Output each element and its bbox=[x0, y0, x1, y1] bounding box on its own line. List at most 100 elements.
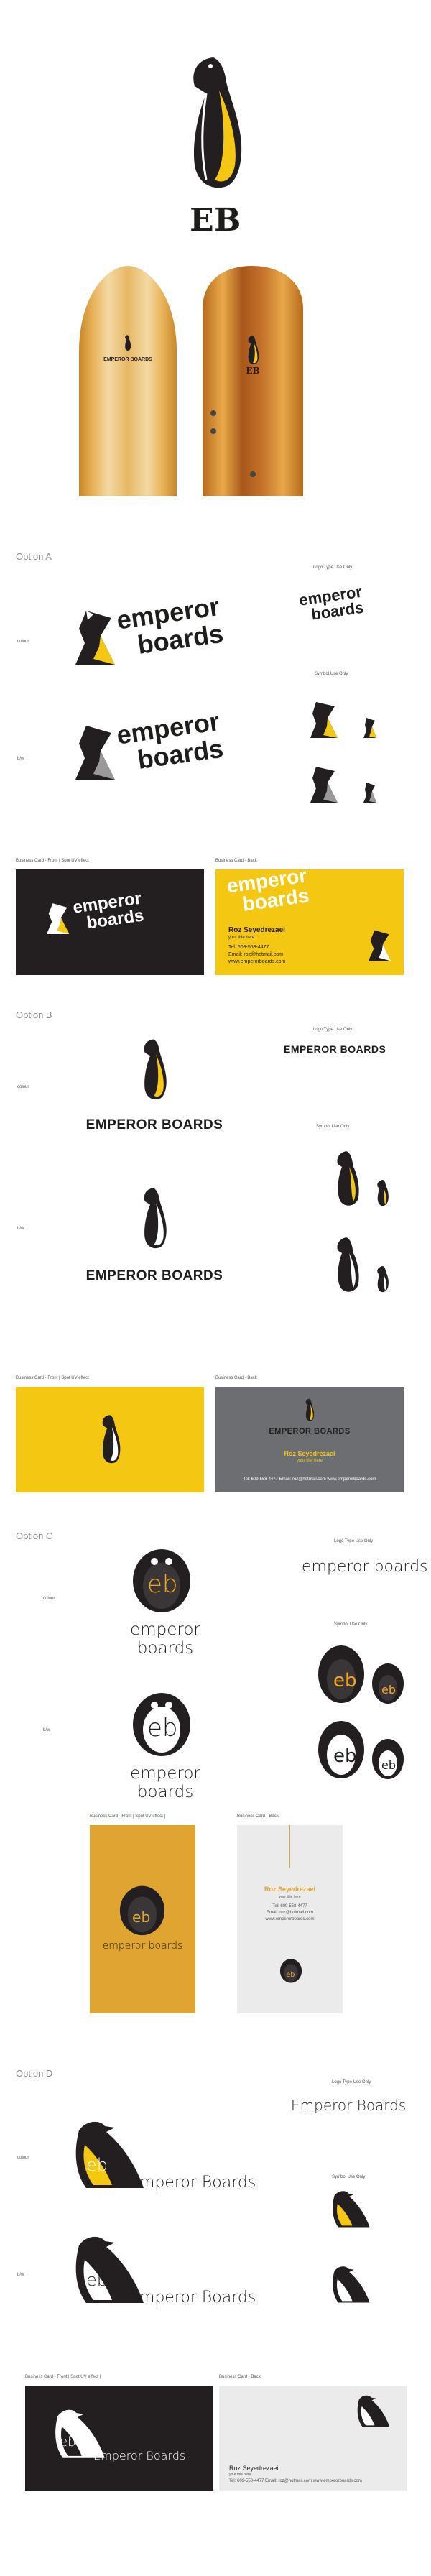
option-d-symbol-bw bbox=[333, 2266, 370, 2303]
wordmark-bw: Emperor Boards bbox=[129, 2289, 256, 2307]
card-front-caption: Business Card - Front | Spot UV effect | bbox=[90, 1814, 166, 1819]
logotype-caption: Logo Type Use Only bbox=[313, 1028, 353, 1032]
option-b-card-front bbox=[16, 1387, 204, 1492]
card-monogram: eb bbox=[60, 2434, 76, 2450]
card-email: Email: roz@hotmail.com bbox=[266, 1911, 314, 1915]
swooping-penguin-icon bbox=[357, 2395, 390, 2427]
card-back-wordmark: EMPEROR BOARDS bbox=[269, 1427, 351, 1436]
option-a-card-front: emperor boards bbox=[16, 869, 204, 975]
option-a-logo-bw: emperor boards bbox=[72, 706, 244, 794]
symbol-caption: Symbol Use Only bbox=[334, 1622, 368, 1627]
board-monogram: EB bbox=[246, 366, 259, 376]
symbol-caption: Symbol Use Only bbox=[316, 1125, 350, 1129]
option-b-logotype: EMPEROR BOARDS bbox=[284, 1043, 386, 1055]
option-d-logotype: Emperor Boards bbox=[291, 2097, 407, 2114]
option-d-logo-bw: eb Emperor Boards bbox=[72, 2231, 259, 2317]
hero-logo: EB bbox=[169, 50, 262, 239]
option-b-wordmark-bw: EMPEROR BOARDS bbox=[85, 1268, 223, 1283]
option-a-card-back: emperor boards Roz Seyedrezaei your titl… bbox=[216, 869, 404, 975]
option-c-card-front: eb emperor boards bbox=[90, 1825, 195, 2013]
option-b-label: Option B bbox=[16, 1010, 52, 1020]
option-a-symbols-colour bbox=[310, 702, 376, 738]
card-wordmark: emperor boards bbox=[102, 1940, 183, 1952]
card-back-caption: Business Card - Back bbox=[237, 1814, 279, 1819]
penguin-bw-icon bbox=[144, 1188, 167, 1249]
abstract-penguin-icon bbox=[75, 611, 115, 665]
wordmark: emperor boards bbox=[130, 1620, 200, 1658]
svg-text:eb: eb bbox=[333, 1670, 357, 1691]
board-wordmark: EMPEROR BOARDS bbox=[103, 357, 152, 362]
row-caption-bw: b/w bbox=[17, 1227, 24, 1231]
card-wordmark: Emperor Boards bbox=[93, 2449, 186, 2462]
card-front-caption: Business Card - Front | Spot UV effect | bbox=[16, 859, 92, 863]
option-c-symbols-colour: eb eb bbox=[318, 1645, 404, 1704]
option-d-label: Option D bbox=[16, 2068, 53, 2079]
option-d-symbol-colour bbox=[333, 2191, 370, 2228]
card-back-caption: Business Card - Back bbox=[219, 2375, 261, 2379]
card-title: your title here bbox=[229, 2473, 251, 2477]
option-d-card-front: eb Emperor Boards bbox=[25, 2386, 213, 2491]
abstract-penguin-bw-icon bbox=[75, 726, 115, 780]
monogram-bw: eb bbox=[86, 2270, 108, 2290]
card-title: your title here bbox=[296, 1459, 323, 1463]
row-caption-bw: b/w bbox=[17, 757, 24, 761]
card-back-caption: Business Card - Back bbox=[216, 859, 257, 863]
logotype-caption: Logo Type Use Only bbox=[313, 565, 353, 570]
option-c-logo-bw: eb emperor boards bbox=[108, 1685, 223, 1801]
svg-text:eb: eb bbox=[132, 1908, 150, 1926]
option-a-logotype: emperor boards bbox=[298, 583, 365, 624]
wordmark-bw: emperor boards bbox=[130, 1764, 200, 1801]
penguin-icon bbox=[102, 1415, 121, 1464]
option-b-wordmark: EMPEROR BOARDS bbox=[85, 1117, 223, 1132]
symbol-caption: Symbol Use Only bbox=[332, 2175, 366, 2179]
row-caption-colour: colour bbox=[17, 1085, 29, 1089]
card-email: Email: roz@hotmail.com bbox=[228, 952, 283, 957]
surfboards-image: EMPEROR BOARDS EB bbox=[36, 266, 381, 496]
option-d-logo-colour: eb Emperor Boards bbox=[72, 2116, 259, 2202]
option-c-card-back: Roz Seyedrezaei your title here Tel: 609… bbox=[237, 1825, 343, 2013]
card-contact: Tel: 609-558-4477 Email: roz@hotmail.com… bbox=[243, 1477, 376, 1482]
option-b-symbols-colour bbox=[337, 1151, 389, 1206]
card-name: Roz Seyedrezaei bbox=[229, 2465, 279, 2472]
card-front-caption: Business Card - Front | Spot UV effect | bbox=[16, 1376, 92, 1380]
card-web: www.emperorboards.com bbox=[228, 959, 286, 964]
wordmark: Emperor Boards bbox=[129, 2174, 256, 2192]
card-name: Roz Seyedrezaei bbox=[264, 1885, 316, 1893]
option-a-label: Option A bbox=[16, 551, 52, 562]
monogram: eb bbox=[147, 1570, 178, 1599]
card-title: your title here bbox=[228, 936, 255, 940]
svg-text:eb: eb bbox=[333, 1745, 357, 1767]
penguin-icon bbox=[305, 1398, 315, 1421]
card-name: Roz Seyedrezaei bbox=[228, 926, 285, 934]
abstract-penguin-icon bbox=[46, 903, 70, 934]
card-name: Roz Seyedrezaei bbox=[284, 1450, 335, 1457]
row-caption-colour: colour bbox=[43, 1597, 55, 1601]
svg-text:eb: eb bbox=[381, 1683, 396, 1696]
row-caption-bw: b/w bbox=[43, 1728, 50, 1732]
option-a-logo-colour: emperor boards bbox=[72, 591, 244, 679]
monogram: eb bbox=[86, 2155, 108, 2175]
logotype-caption: Logo Type Use Only bbox=[334, 1539, 374, 1543]
svg-text:eb: eb bbox=[381, 1758, 396, 1772]
row-caption-colour: colour bbox=[17, 640, 29, 644]
penguin-icon bbox=[193, 57, 242, 188]
card-back-caption: Business Card - Back bbox=[216, 1376, 257, 1380]
option-d-card-back: Roz Seyedrezaei your title here Tel: 609… bbox=[219, 2386, 407, 2491]
abstract-penguin-icon bbox=[368, 930, 391, 961]
row-caption-colour: colour bbox=[17, 2156, 29, 2160]
option-b-symbols-bw bbox=[337, 1237, 389, 1293]
hero-monogram: EB bbox=[190, 202, 241, 239]
symbol-caption: Symbol Use Only bbox=[315, 672, 348, 676]
logotype-caption: Logo Type Use Only bbox=[332, 2080, 371, 2085]
option-c-symbols-bw: eb eb bbox=[318, 1721, 404, 1779]
monogram-bw: eb bbox=[147, 1714, 178, 1742]
chick-penguin-icon: eb bbox=[279, 1959, 302, 1983]
card-tel: Tel: 609-558-4477 bbox=[228, 945, 269, 950]
option-c-logo-colour: eb emperor boards bbox=[108, 1541, 223, 1658]
row-caption-bw: b/w bbox=[17, 2273, 24, 2277]
option-c-label: Option C bbox=[16, 1531, 53, 1541]
option-a-symbols-bw bbox=[310, 767, 376, 803]
card-contact: Tel: 609-558-4477 Email: roz@hotmail.com… bbox=[229, 2479, 362, 2483]
card-front-caption: Business Card - Front | Spot UV effect | bbox=[25, 2375, 101, 2379]
penguin-icon bbox=[144, 1039, 167, 1100]
